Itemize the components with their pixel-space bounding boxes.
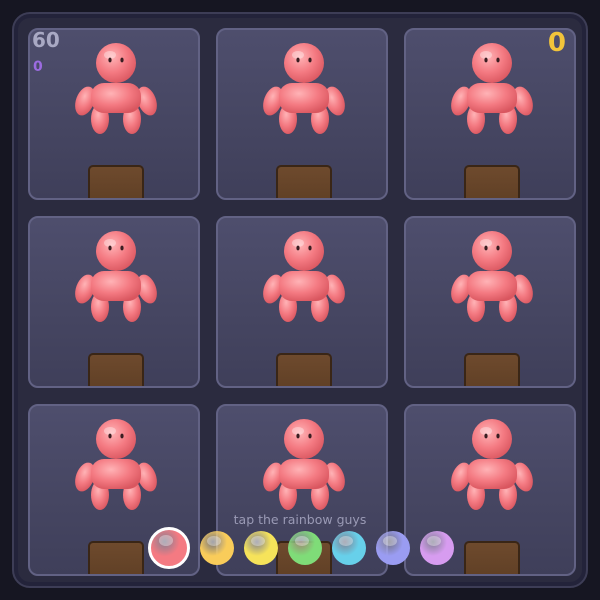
figure-grid <box>28 28 576 576</box>
color-swatch-violet[interactable] <box>420 531 454 565</box>
hole-block <box>276 165 332 198</box>
swatch-shine <box>251 535 266 546</box>
game-board <box>12 12 588 588</box>
swatch-shine <box>427 535 442 546</box>
grid-cell[interactable] <box>28 216 200 388</box>
color-swatch-green[interactable] <box>288 531 322 565</box>
swatch-shine <box>295 535 310 546</box>
hole-block <box>464 353 520 386</box>
score: 0 <box>547 28 566 58</box>
grid-cell[interactable] <box>216 216 388 388</box>
hole-block <box>276 353 332 386</box>
color-swatch-yellow[interactable] <box>244 531 278 565</box>
grid-cell[interactable] <box>28 28 200 200</box>
timer: 60 <box>32 28 60 52</box>
grid-cell[interactable] <box>216 28 388 200</box>
grid-cell[interactable] <box>404 216 576 388</box>
hole-block <box>88 541 144 574</box>
swatch-shine <box>207 535 222 546</box>
color-swatch-orange-yellow[interactable] <box>200 531 234 565</box>
hint-text: tap the rainbow guys <box>233 512 367 527</box>
color-swatch-red[interactable] <box>148 527 190 569</box>
color-swatch-cyan[interactable] <box>332 531 366 565</box>
hole-block <box>88 165 144 198</box>
hole-block <box>464 165 520 198</box>
color-swatch-indigo[interactable] <box>376 531 410 565</box>
hole-block <box>88 353 144 386</box>
swatch-shine <box>158 535 174 546</box>
hole-block <box>464 541 520 574</box>
color-palette <box>148 527 460 569</box>
swatch-shine <box>339 535 354 546</box>
combo-counter: 0 <box>33 59 43 75</box>
swatch-shine <box>383 535 398 546</box>
